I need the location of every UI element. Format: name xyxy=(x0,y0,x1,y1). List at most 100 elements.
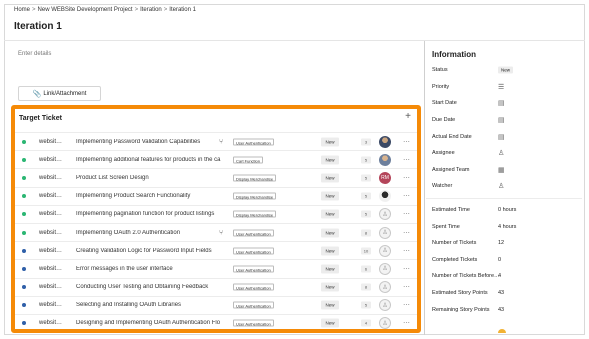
info-label: Start Date xyxy=(432,100,457,107)
status-dot xyxy=(22,194,26,199)
ticket-title[interactable]: Implementing additional features for pro… xyxy=(76,157,224,163)
ticket-title[interactable]: Product List Screen Design xyxy=(76,175,224,181)
ticket-status[interactable]: New xyxy=(321,228,339,238)
ticket-status[interactable]: New xyxy=(321,173,339,183)
ticket-status[interactable]: New xyxy=(321,282,339,292)
empty-avatar-icon[interactable]: ♙ xyxy=(379,226,391,239)
ticket-row[interactable]: websit… Conducting User Testing and Obtai… xyxy=(15,277,417,296)
ticket-row[interactable]: websit… Implementing Password Validation … xyxy=(15,132,417,150)
ticket-row[interactable]: websit… Creating Validation Logic for Pas… xyxy=(15,241,417,259)
avatar[interactable] xyxy=(379,190,391,203)
ticket-title[interactable]: Implementing OAuth 2.0 Authentication xyxy=(76,230,224,236)
ticket-title[interactable]: Conducting User Testing and Obtaining Fe… xyxy=(76,284,224,290)
ticket-row[interactable]: websit… Implementing pagination function … xyxy=(15,204,417,223)
ticket-title[interactable]: Designing and Implementing OAuth Authent… xyxy=(76,320,224,326)
ticket-tag: Display Merchandise xyxy=(233,174,277,182)
ticket-title[interactable]: Implementing Password Validation Capabil… xyxy=(76,139,224,145)
breadcrumb-item[interactable]: New WEBSite Development Project xyxy=(38,7,133,13)
ticket-tag: User Authentication xyxy=(233,138,274,146)
status-dot xyxy=(22,285,26,290)
ticket-row[interactable]: websit… Implementing Product Search Funct… xyxy=(15,186,417,205)
ticket-row[interactable]: websit… Designing and Implementing OAuth … xyxy=(15,313,417,329)
breadcrumb: Home > New WEBSite Development Project > Ite… xyxy=(14,7,196,13)
ticket-title[interactable]: Error messages in the user interface xyxy=(76,266,224,272)
ticket-title[interactable]: Selecting and Installing OAuth Libraries xyxy=(76,302,224,308)
ticket-project: websit… xyxy=(39,156,63,163)
scroll-indicator[interactable] xyxy=(498,329,506,333)
breadcrumb-item: Iteration 1 xyxy=(169,7,196,13)
ticket-status[interactable]: New xyxy=(321,191,339,201)
info-value: 0 xyxy=(498,256,502,263)
more-options-icon[interactable]: ··· xyxy=(403,302,410,309)
status-dot xyxy=(22,321,26,326)
status-dot xyxy=(22,175,26,180)
empty-avatar-icon[interactable]: ♙ xyxy=(379,262,391,275)
breadcrumb-item[interactable]: Home xyxy=(14,7,30,13)
story-points: 5 xyxy=(361,174,371,182)
more-options-icon[interactable]: ··· xyxy=(403,174,410,181)
ticket-status[interactable]: New xyxy=(321,264,339,274)
ticket-status[interactable]: New xyxy=(321,155,339,165)
ticket-tag: User Authentication xyxy=(233,229,274,237)
calendar-icon[interactable]: ▤ xyxy=(498,133,505,141)
ticket-status[interactable]: New xyxy=(321,300,339,310)
ticket-row[interactable]: websit… Product List Screen Design Display… xyxy=(15,168,417,186)
ticket-status[interactable]: New xyxy=(321,318,339,328)
calendar-icon[interactable]: ▤ xyxy=(498,116,505,124)
details-input[interactable]: Enter details xyxy=(18,51,51,57)
ticket-status[interactable]: New xyxy=(321,246,339,256)
story-points: 10 xyxy=(361,247,371,255)
more-options-icon[interactable]: ··· xyxy=(403,229,410,236)
more-options-icon[interactable]: ··· xyxy=(403,211,410,218)
person-icon[interactable]: ♙ xyxy=(498,149,504,157)
empty-avatar-icon[interactable]: ♙ xyxy=(379,244,391,257)
watcher-icon[interactable]: ♙ xyxy=(498,182,504,190)
ticket-title[interactable]: Implementing pagination function for pro… xyxy=(76,211,224,217)
ticket-row[interactable]: websit… Selecting and Installing OAuth Li… xyxy=(15,295,417,314)
more-options-icon[interactable]: ··· xyxy=(403,156,410,163)
info-label: Due Date xyxy=(432,117,456,124)
more-options-icon[interactable]: ··· xyxy=(403,265,410,272)
panel-divider[interactable] xyxy=(424,41,425,335)
empty-avatar-icon[interactable]: ♙ xyxy=(379,299,391,312)
breadcrumb-item[interactable]: Iteration xyxy=(140,7,162,13)
more-options-icon[interactable]: ··· xyxy=(403,193,410,200)
calendar-icon[interactable]: ▤ xyxy=(498,99,505,107)
avatar[interactable] xyxy=(379,135,391,148)
ticket-title[interactable]: Creating Validation Logic for Password I… xyxy=(76,248,224,254)
ticket-row[interactable]: websit… Error messages in the user interf… xyxy=(15,259,417,277)
priority-icon[interactable]: ☰ xyxy=(498,83,504,91)
story-points: 5 xyxy=(361,192,371,200)
ticket-status[interactable]: New xyxy=(321,209,339,219)
ticket-row[interactable]: websit… Implementing OAuth 2.0 Authentica… xyxy=(15,222,417,241)
info-value[interactable]: New xyxy=(498,66,514,74)
add-ticket-button[interactable]: + xyxy=(405,112,411,122)
empty-avatar-icon[interactable]: ♙ xyxy=(379,208,391,221)
information-panel: Status New Priority ☰ Start Date ▤ Due Date ▤ Ac… xyxy=(426,62,582,318)
breadcrumb-separator: > xyxy=(134,7,139,13)
info-row: Number of Tickets 12 xyxy=(432,235,582,252)
empty-avatar-icon[interactable]: ♙ xyxy=(379,317,391,329)
info-label: Completed Tickets xyxy=(432,256,478,263)
avatar[interactable]: RM xyxy=(379,171,391,184)
story-points: 6 xyxy=(361,265,371,273)
ticket-row[interactable]: websit… Implementing additional features … xyxy=(15,150,417,168)
info-label: Status xyxy=(432,67,448,74)
more-options-icon[interactable]: ··· xyxy=(403,247,410,254)
more-options-icon[interactable]: ··· xyxy=(403,320,410,327)
ticket-status[interactable]: New xyxy=(321,137,339,147)
avatar[interactable] xyxy=(379,153,391,166)
ticket-title[interactable]: Implementing Product Search Functionalit… xyxy=(76,193,224,199)
story-points: 3 xyxy=(361,138,371,146)
ticket-tag: User Authentication xyxy=(233,283,274,291)
empty-avatar-icon[interactable]: ♙ xyxy=(379,281,391,294)
team-icon[interactable]: ▦ xyxy=(498,166,505,174)
ticket-project: websit… xyxy=(39,193,63,200)
more-options-icon[interactable]: ··· xyxy=(403,138,410,145)
story-points: 5 xyxy=(361,156,371,164)
info-value: 4 hours xyxy=(498,223,517,230)
page-title: Iteration 1 xyxy=(14,21,62,32)
info-label: Number of Tickets Before… xyxy=(432,273,500,280)
link-attachment-button[interactable]: 📎 Link/Attachment xyxy=(18,86,101,101)
more-options-icon[interactable]: ··· xyxy=(403,284,410,291)
